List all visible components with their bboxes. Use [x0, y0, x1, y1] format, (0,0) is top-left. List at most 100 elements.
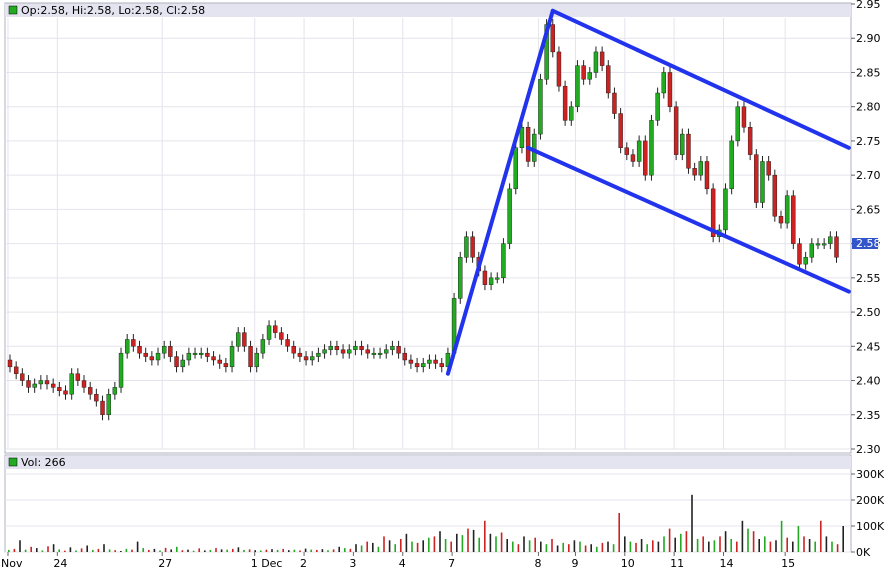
candle-body — [353, 346, 358, 350]
high-label: Hi:2.58 — [72, 4, 112, 17]
volume-bar — [528, 540, 531, 552]
candle-body — [495, 277, 500, 280]
candle-body — [359, 346, 364, 350]
candle-body — [75, 373, 81, 381]
candle-body — [575, 65, 580, 107]
volume-bar — [114, 550, 116, 552]
volume-bar — [176, 546, 178, 552]
volume-bar — [764, 536, 766, 552]
close-label: Cl:2.58 — [166, 4, 205, 17]
volume-bar — [237, 547, 240, 552]
volume-bar — [232, 548, 234, 552]
volume-bar — [646, 544, 648, 552]
x-tick-label: 15 — [781, 557, 795, 570]
candle-body — [377, 352, 383, 355]
price-tick-label: 2.40 — [856, 375, 881, 388]
volume-bar — [668, 528, 671, 552]
volume-bar — [293, 549, 296, 552]
candle-body — [421, 363, 426, 368]
candle-body — [809, 243, 815, 258]
volume-bar — [747, 528, 749, 552]
candle-body — [50, 383, 56, 388]
x-tick-label: 7 — [448, 557, 455, 570]
volume-bar — [422, 540, 424, 552]
candle-body — [254, 352, 259, 368]
price-tick-label: 2.35 — [856, 409, 881, 422]
candle-body — [698, 161, 704, 176]
candle-body — [334, 346, 340, 350]
candle-body — [217, 359, 222, 364]
volume-bar — [52, 544, 55, 552]
candle-body — [606, 65, 611, 94]
volume-bar — [612, 544, 615, 552]
candle-body — [390, 346, 395, 350]
volume-bar — [120, 550, 122, 552]
price-header-text: Op:2.58, Hi:2.58, Lo:2.58, Cl:2.58 — [21, 4, 205, 17]
candle-body — [81, 380, 87, 388]
candle-body — [550, 24, 555, 53]
candle-body — [192, 352, 198, 355]
volume-bar — [786, 537, 788, 552]
volume-bar — [97, 548, 100, 552]
volume-bar — [338, 546, 340, 552]
candle-body — [408, 359, 414, 364]
volume-bar — [674, 537, 676, 552]
volume-bar — [472, 529, 475, 552]
candle-body — [624, 147, 629, 155]
volume-bar — [775, 540, 777, 552]
candle-body — [692, 168, 697, 176]
candle-body — [229, 346, 235, 368]
candle-body — [57, 387, 62, 392]
volume-panel — [4, 454, 852, 553]
volume-bar — [702, 536, 704, 552]
volume-y-axis: 300K 200K 100K 0K — [851, 468, 884, 559]
x-tick-label: 24 — [53, 557, 67, 570]
volume-bar — [327, 550, 329, 552]
volume-bar — [584, 545, 587, 552]
candle-body — [686, 133, 691, 169]
open-label: Op:2.58 — [21, 4, 65, 17]
candle-body — [260, 339, 266, 354]
candle-body — [205, 352, 210, 357]
volume-bar — [316, 549, 318, 552]
candle-body — [661, 72, 666, 94]
candle-body — [328, 346, 333, 350]
volume-bar — [304, 548, 307, 552]
candle-body — [649, 120, 654, 176]
candle-body — [729, 140, 734, 190]
volume-bar — [780, 520, 783, 552]
volume-bar — [310, 549, 312, 552]
volume-tick-label: 100K — [856, 520, 884, 533]
volume-bar — [635, 542, 637, 552]
candle-body — [414, 363, 420, 368]
candle-body — [266, 325, 272, 340]
x-tick-label: 10 — [621, 557, 635, 570]
candle-body — [464, 236, 469, 258]
x-tick-label: 4 — [399, 557, 406, 570]
candle-body — [433, 359, 438, 364]
volume-bar — [243, 549, 245, 552]
volume-bar — [80, 548, 83, 552]
volume-bar — [125, 548, 128, 552]
candle-body — [161, 346, 167, 354]
volume-bar — [108, 549, 111, 552]
candle-body — [186, 352, 192, 361]
volume-bar — [685, 531, 688, 552]
candle-body — [569, 106, 574, 121]
volume-bar — [181, 550, 184, 552]
volume-tick-label: 200K — [856, 494, 884, 507]
volume-bar — [741, 520, 744, 552]
volume-bar — [596, 546, 598, 552]
last-price-label: 2.58 — [856, 237, 881, 250]
candle-body — [599, 51, 605, 66]
volume-bar — [254, 550, 256, 552]
candle-body — [618, 113, 623, 148]
candle-body — [112, 387, 118, 395]
volume-bar — [450, 541, 452, 552]
volume-bar — [394, 544, 396, 552]
volume-bar — [148, 549, 150, 552]
volume-bar — [663, 536, 665, 552]
candle-body — [347, 349, 352, 354]
price-tick-label: 2.55 — [856, 272, 881, 285]
volume-bar — [349, 548, 352, 552]
